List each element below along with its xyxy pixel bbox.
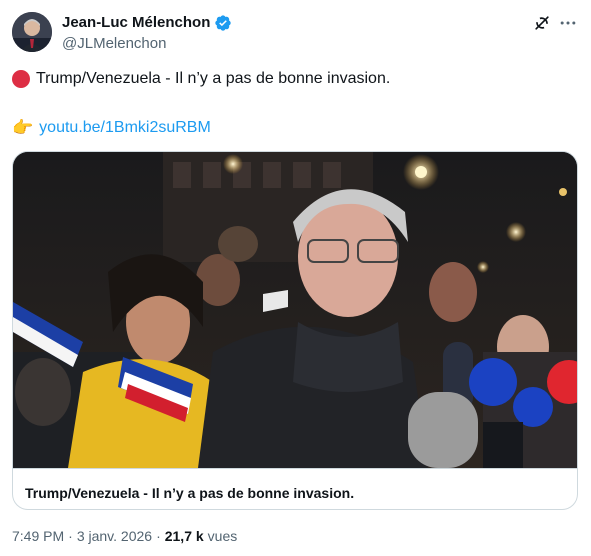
- author-name-row: Jean-Luc Mélenchon: [62, 13, 232, 33]
- avatar-image: [12, 12, 52, 52]
- meta-separator: ·: [156, 528, 161, 544]
- views-count: 21,7 k: [164, 528, 204, 544]
- verified-badge-icon[interactable]: [214, 14, 232, 32]
- card-thumbnail-image[interactable]: [13, 152, 577, 468]
- avatar[interactable]: [12, 12, 52, 52]
- youtube-link[interactable]: youtu.be/1Bmki2suRBM: [39, 117, 211, 139]
- red-circle-emoji-icon: [12, 70, 30, 88]
- author-handle[interactable]: @JLMelenchon: [62, 34, 166, 54]
- card-divider: [13, 468, 577, 469]
- link-preview-card[interactable]: Trump/Venezuela - Il n’y a pas de bonne …: [12, 151, 578, 510]
- tweet-link-line: 👉 youtu.be/1Bmki2suRBM: [12, 117, 211, 139]
- tweet-text-line: Trump/Venezuela - Il n’y a pas de bonne …: [12, 68, 390, 90]
- more-dots-icon[interactable]: [558, 13, 578, 33]
- tweet-time[interactable]: 7:49 PM: [12, 526, 64, 546]
- meta-separator: ·: [68, 528, 73, 544]
- author-display-name[interactable]: Jean-Luc Mélenchon: [62, 13, 210, 33]
- grok-icon[interactable]: [532, 13, 552, 33]
- card-title[interactable]: Trump/Venezuela - Il n’y a pas de bonne …: [25, 484, 354, 502]
- views-label: vues: [207, 528, 238, 544]
- tweet-text: Trump/Venezuela - Il n’y a pas de bonne …: [36, 70, 391, 87]
- tweet: Jean-Luc Mélenchon @JLMelenchon Trump/Ve…: [0, 0, 591, 556]
- tweet-meta: 7:49 PM · 3 janv. 2026 · 21,7 k vues: [12, 526, 237, 546]
- tweet-date[interactable]: 3 janv. 2026: [77, 526, 152, 546]
- backhand-index-pointing-right-icon: 👉: [12, 118, 34, 137]
